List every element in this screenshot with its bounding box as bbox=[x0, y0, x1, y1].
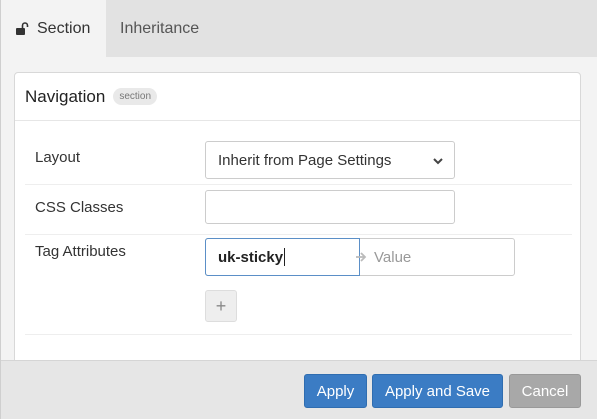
layout-select[interactable]: Inherit from Page Settings bbox=[205, 141, 455, 179]
tab-inheritance-label: Inheritance bbox=[120, 19, 200, 37]
dialog-body: Navigation section Layout Inherit from P… bbox=[1, 57, 597, 403]
edit-section-dialog: Section Inheritance Navigation section L… bbox=[0, 0, 597, 419]
type-badge: section bbox=[113, 88, 158, 105]
attribute-key-input[interactable]: uk-sticky bbox=[205, 238, 360, 276]
layout-select-value: Inherit from Page Settings bbox=[218, 151, 392, 169]
attribute-pair: uk-sticky Value bbox=[205, 238, 515, 276]
tab-section[interactable]: Section bbox=[1, 0, 106, 57]
plus-icon: + bbox=[215, 295, 227, 316]
layout-field: Inherit from Page Settings bbox=[205, 141, 455, 179]
tag-attributes-row: Tag Attributes uk-sticky Value + bbox=[25, 235, 572, 335]
settings-panel: Navigation section Layout Inherit from P… bbox=[14, 72, 581, 403]
chevron-down-icon bbox=[432, 154, 444, 171]
arrow-right-icon bbox=[354, 250, 368, 264]
css-classes-field bbox=[205, 190, 455, 224]
dialog-footer: Apply Apply and Save Cancel bbox=[1, 360, 597, 419]
tag-attributes-field: uk-sticky Value + bbox=[205, 238, 515, 322]
add-attribute-button[interactable]: + bbox=[205, 290, 237, 322]
apply-and-save-button[interactable]: Apply and Save bbox=[372, 374, 503, 408]
attribute-key-text: uk-sticky bbox=[218, 248, 284, 266]
panel-header: Navigation section bbox=[15, 73, 580, 121]
tab-bar: Section Inheritance bbox=[1, 0, 597, 57]
tab-section-label: Section bbox=[37, 19, 91, 37]
css-classes-row: CSS Classes bbox=[25, 185, 572, 235]
attribute-value-input[interactable]: Value bbox=[374, 249, 411, 266]
text-caret bbox=[284, 248, 286, 266]
panel-title: Navigation bbox=[25, 86, 106, 106]
css-classes-input[interactable] bbox=[205, 190, 455, 224]
tab-inheritance[interactable]: Inheritance bbox=[106, 0, 213, 57]
cancel-button[interactable]: Cancel bbox=[509, 374, 581, 408]
layout-label: Layout bbox=[35, 149, 81, 166]
apply-button[interactable]: Apply bbox=[304, 374, 367, 408]
layout-row: Layout Inherit from Page Settings bbox=[25, 121, 572, 185]
unlock-icon bbox=[15, 21, 29, 36]
css-classes-label: CSS Classes bbox=[35, 199, 124, 216]
tag-attributes-label: Tag Attributes bbox=[35, 243, 126, 260]
